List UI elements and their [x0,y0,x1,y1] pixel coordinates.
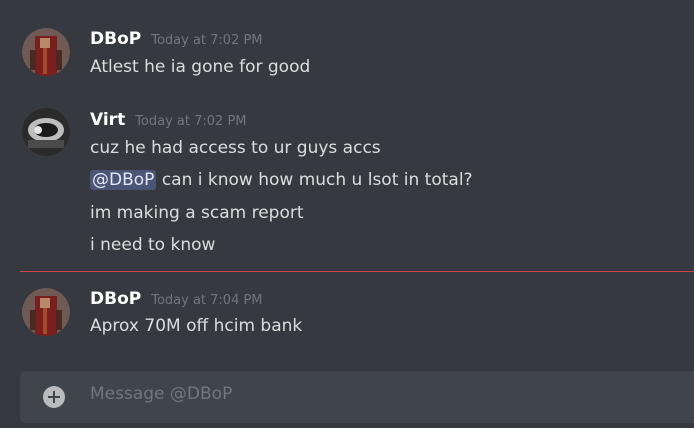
message-text: Atlest he ia gone for good [90,57,311,77]
message-header: Virt Today at 7:02 PM [90,110,247,130]
message-header: DBoP Today at 7:04 PM [90,289,263,309]
new-messages-divider [20,271,694,272]
avatar[interactable] [22,28,70,76]
avatar-dbop-image [22,28,70,76]
timestamp: Today at 7:02 PM [135,114,247,129]
message-header: DBoP Today at 7:02 PM [90,29,263,49]
avatar-dbop-image [22,288,70,336]
username[interactable]: Virt [90,110,125,130]
avatar-virt-image [22,108,70,156]
message-text: can i know how much u lsot in total? [161,170,473,190]
message-text: cuz he had access to ur guys accs [90,138,381,158]
timestamp: Today at 7:02 PM [151,33,263,48]
message-text-with-mention: @DBoP can i know how much u lsot in tota… [90,170,473,190]
message-text: Aprox 70M off hcim bank [90,316,303,336]
add-attachment-icon[interactable] [43,386,65,408]
avatar[interactable] [22,108,70,156]
username[interactable]: DBoP [90,289,141,309]
user-mention[interactable]: @DBoP [90,170,157,190]
message-text: i need to know [90,235,216,255]
message-text: im making a scam report [90,203,304,223]
message-input[interactable]: Message @DBoP [90,384,232,404]
username[interactable]: DBoP [90,29,141,49]
timestamp: Today at 7:04 PM [151,293,263,308]
avatar[interactable] [22,288,70,336]
message-composer[interactable]: Message @DBoP [20,371,694,423]
